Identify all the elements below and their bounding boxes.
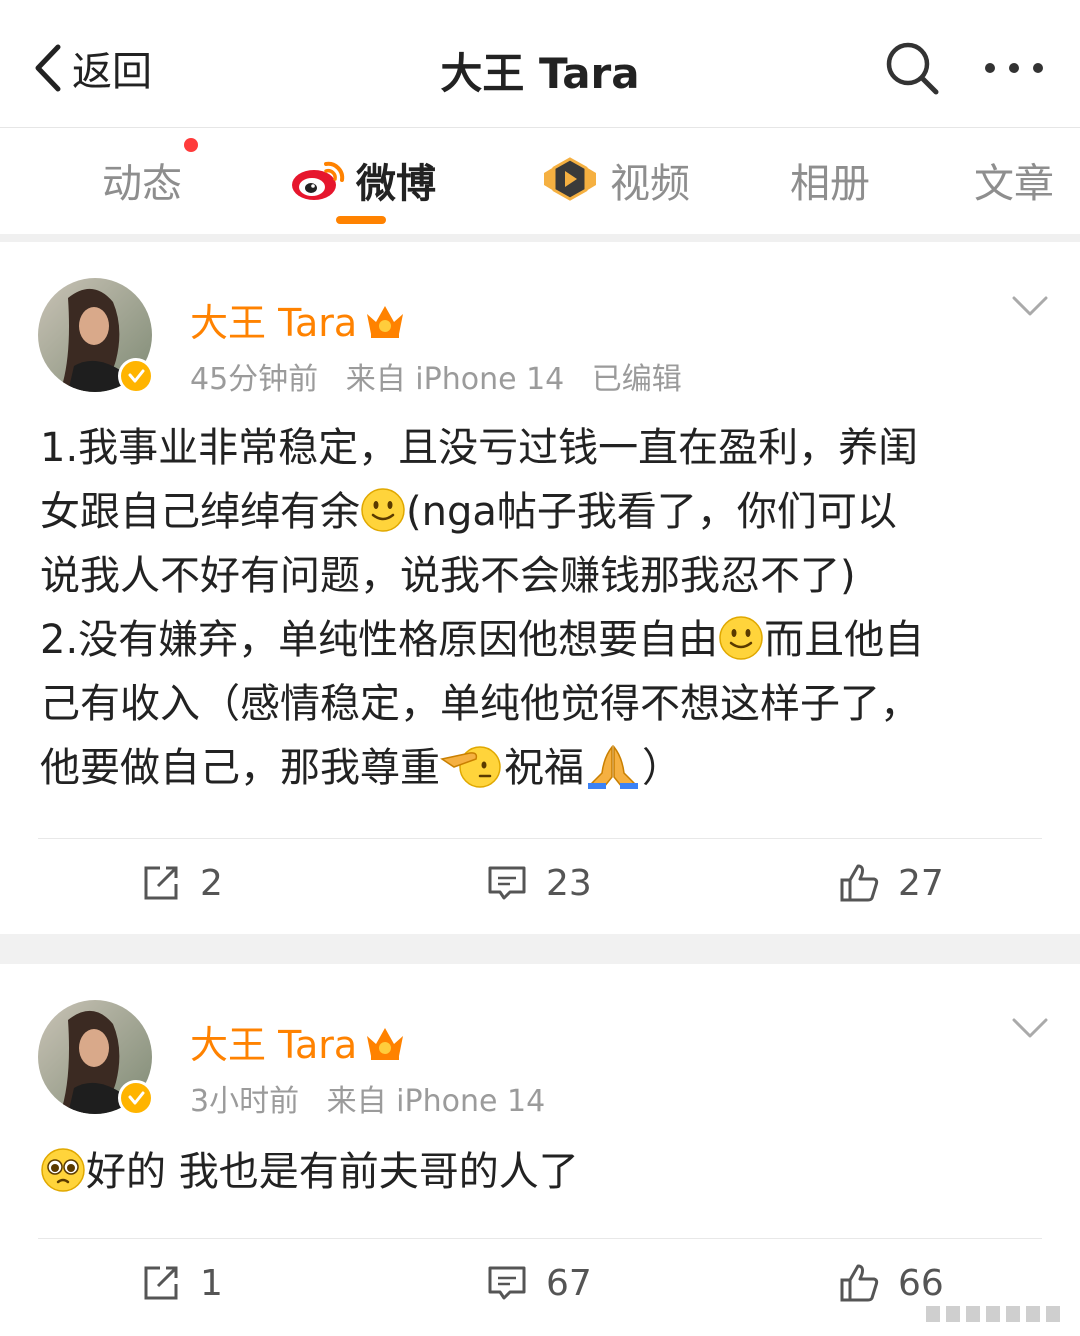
repost-icon	[144, 866, 178, 900]
comment-count: 23	[546, 862, 592, 904]
post-content: 好的 我也是有前夫哥的人了	[40, 1140, 1040, 1204]
more-icon[interactable]	[982, 48, 1046, 88]
section-separator	[0, 234, 1080, 242]
text-segment: 己有收入（感情稳定，单纯他觉得不想这样子了，	[40, 681, 920, 727]
divider	[38, 1238, 1042, 1239]
crown-icon	[367, 305, 404, 338]
text-segment: 女跟自己绰绰有余	[40, 489, 360, 535]
repost-count: 1	[200, 1262, 223, 1304]
comment-count: 67	[546, 1262, 592, 1304]
tab-label: 文章	[974, 161, 1054, 207]
text-segment: 说我人不好有问题，说我不会赚钱那我忍不了)	[40, 553, 856, 599]
repost-button[interactable]: 2	[140, 862, 223, 904]
author-name[interactable]: 大王 Tara	[190, 1014, 409, 1069]
active-tab-indicator	[336, 216, 386, 224]
smile-emoji-icon	[719, 616, 763, 660]
author-name[interactable]: 大王 Tara	[190, 292, 409, 347]
post-text-line: 己有收入（感情稳定，单纯他觉得不想这样子了，	[40, 672, 1040, 736]
post-text-line: 他要做自己，那我尊重 祝福 ）	[40, 736, 1040, 800]
video-icon	[544, 157, 596, 201]
top-nav-bar: 返回 大王 Tara	[0, 0, 1080, 128]
tab-label: 相册	[790, 161, 870, 207]
text-segment: 而且他自	[764, 617, 925, 663]
like-icon	[840, 1264, 879, 1302]
tab-video[interactable]: 视频	[540, 150, 690, 210]
text-segment: ）	[642, 745, 682, 791]
post-source: 来自 iPhone 14	[326, 1084, 546, 1119]
post-card[interactable]: 大王 Tara 3小时前 来自 iPhone 14 好的 我也是有前夫哥的人了 …	[0, 964, 1080, 1336]
post-text-line: 1.我事业非常稳定，且没亏过钱一直在盈利，养闺	[40, 416, 1040, 480]
weibo-logo-icon	[292, 161, 345, 200]
text-segment: (nga帖子我看了，你们可以	[406, 489, 897, 535]
text-segment: 好的 我也是有前夫哥的人了	[86, 1149, 579, 1195]
post-meta: 45分钟前 来自 iPhone 14 已编辑	[190, 354, 700, 398]
post-text-line: 说我人不好有问题，说我不会赚钱那我忍不了)	[40, 544, 1040, 608]
author-name-text: 大王 Tara	[190, 1023, 358, 1067]
comment-icon	[488, 1266, 526, 1300]
post-source: 来自 iPhone 14	[345, 362, 565, 397]
edited-label: 已编辑	[591, 362, 682, 397]
chevron-down-icon[interactable]	[1010, 1016, 1050, 1040]
pray-hands-icon	[588, 744, 638, 789]
like-count: 27	[898, 862, 944, 904]
post-content: 1.我事业非常稳定，且没亏过钱一直在盈利，养闺 女跟自己绰绰有余 (nga帖子我看…	[40, 416, 1040, 800]
like-icon	[840, 864, 879, 902]
tab-label: 微博	[356, 161, 436, 207]
comment-button[interactable]: 23	[486, 862, 592, 904]
crown-icon	[367, 1027, 404, 1060]
comment-button[interactable]: 67	[486, 1262, 592, 1304]
comment-icon	[488, 866, 526, 900]
text-segment: 他要做自己，那我尊重	[40, 745, 440, 791]
text-segment: 1.我事业非常稳定，且没亏过钱一直在盈利，养闺	[40, 425, 919, 471]
post-time: 3小时前	[190, 1084, 300, 1119]
verified-badge	[118, 1080, 154, 1116]
divider	[38, 838, 1042, 839]
repost-icon	[144, 1266, 178, 1300]
verified-badge	[118, 358, 154, 394]
tab-dynamics[interactable]: 动态	[102, 150, 182, 210]
tab-weibo[interactable]: 微博	[290, 150, 436, 210]
pleading-emoji-icon	[41, 1148, 85, 1192]
post-card[interactable]: 大王 Tara 45分钟前 来自 iPhone 14 已编辑 1.我事业非常稳定…	[0, 242, 1080, 934]
like-button[interactable]: 27	[838, 862, 944, 904]
post-meta: 3小时前 来自 iPhone 14	[190, 1076, 563, 1120]
post-text-line: 2.没有嫌弃，单纯性格原因他想要自由 而且他自	[40, 608, 1040, 672]
search-icon[interactable]	[884, 40, 940, 96]
profile-tabs: 动态 微博 视频 相册 文章	[0, 128, 1080, 234]
tab-label: 动态	[102, 161, 182, 207]
smile-emoji-icon	[361, 488, 405, 532]
repost-button[interactable]: 1	[140, 1262, 223, 1304]
post-text-line: 好的 我也是有前夫哥的人了	[40, 1140, 1040, 1204]
tab-articles[interactable]: 文章	[974, 150, 1054, 210]
watermark-logo	[918, 1302, 1068, 1326]
like-count: 66	[898, 1262, 944, 1304]
notification-dot	[184, 138, 198, 152]
post-text-line: 女跟自己绰绰有余 (nga帖子我看了，你们可以	[40, 480, 1040, 544]
repost-count: 2	[200, 862, 223, 904]
author-name-text: 大王 Tara	[190, 301, 358, 345]
post-time: 45分钟前	[190, 362, 319, 397]
text-segment: 2.没有嫌弃，单纯性格原因他想要自由	[40, 617, 719, 663]
like-button[interactable]: 66	[838, 1262, 944, 1304]
tab-label: 视频	[610, 161, 690, 207]
tab-album[interactable]: 相册	[790, 150, 870, 210]
salute-emoji-icon	[440, 746, 501, 788]
post-separator	[0, 934, 1080, 964]
chevron-down-icon[interactable]	[1010, 294, 1050, 318]
text-segment: 祝福	[504, 745, 584, 791]
